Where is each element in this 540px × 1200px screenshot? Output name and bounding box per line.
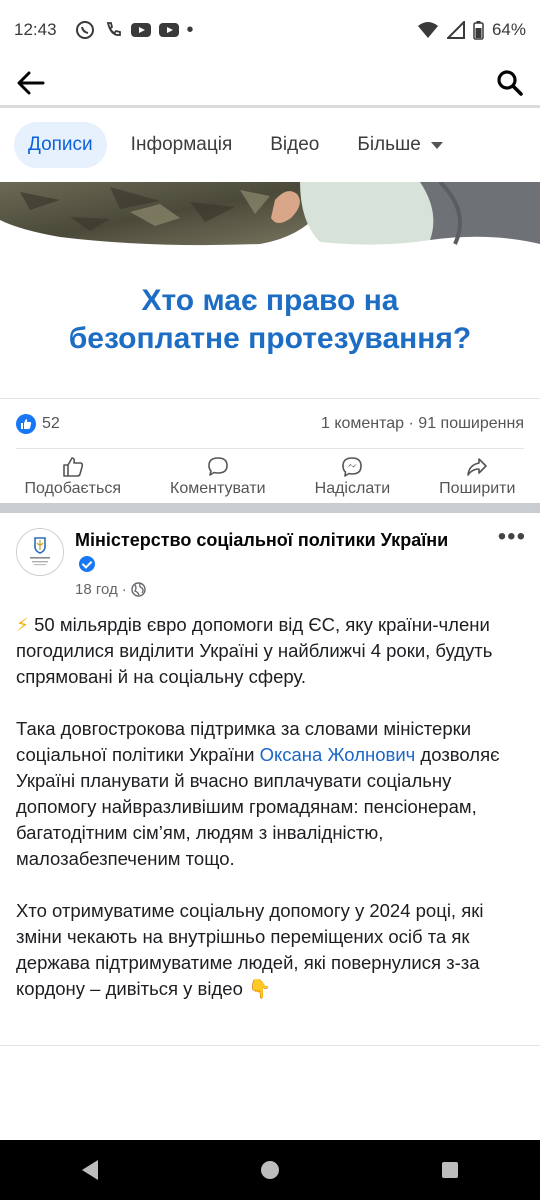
chevron-down-icon: [430, 141, 443, 149]
avatar[interactable]: [16, 528, 64, 576]
send-button[interactable]: Надіслати: [314, 456, 391, 498]
tab-video[interactable]: Відео: [256, 122, 333, 168]
tab-info-label: Інформація: [130, 134, 233, 155]
tab-info[interactable]: Інформація: [117, 122, 247, 168]
signal-icon: [446, 21, 465, 39]
share-button[interactable]: Поширити: [439, 457, 515, 498]
system-nav-bar: [0, 1140, 540, 1200]
post-paragraph-1-text: 50 мільярдів євро допомоги від ЄС, яку к…: [16, 614, 493, 687]
post-author[interactable]: Міністерство соціальної політики України: [75, 528, 455, 576]
tab-more-label: Більше: [357, 134, 421, 155]
post-paragraph-3: Хто отримуватиме соціальну допомогу у 20…: [16, 898, 526, 1002]
app-bar: [0, 60, 540, 106]
status-bar: 12:43 • 64%: [0, 0, 540, 60]
verified-badge-icon: [79, 556, 95, 572]
comment-icon: [208, 456, 228, 476]
dot-icon: •: [186, 19, 194, 41]
tab-posts[interactable]: Дописи: [14, 122, 107, 168]
like-button-label: Подобається: [24, 479, 121, 497]
tab-more[interactable]: Більше: [343, 122, 457, 168]
battery-percent: 64%: [491, 20, 526, 39]
more-options-icon[interactable]: •••: [498, 525, 526, 549]
share-icon: [467, 457, 488, 476]
post-header: Міністерство соціальної політики України…: [0, 524, 540, 604]
screen: 12:43 • 64% Дописи Інформація Відео Біль…: [0, 0, 540, 1200]
app-bar-divider: [0, 105, 540, 108]
post-paragraph-1: ⚡ 50 мільярдів євро допомоги від ЄС, яку…: [16, 612, 526, 690]
post-text: ⚡ 50 мільярдів євро допомоги від ЄС, яку…: [16, 612, 526, 1028]
lightning-icon: ⚡: [16, 614, 29, 635]
post-paragraph-2: Така довгострокова підтримка за словами …: [16, 716, 526, 872]
globe-icon: [131, 582, 146, 597]
nav-back-icon[interactable]: [81, 1160, 98, 1180]
messenger-icon: [342, 456, 363, 477]
post-meta: 18 год ·: [75, 581, 146, 598]
post-end-divider: [0, 1045, 540, 1046]
comment-button-label: Коментувати: [170, 479, 266, 497]
like-reaction-icon[interactable]: [16, 413, 36, 434]
ministry-logo-icon: [30, 537, 50, 566]
post-separator: [0, 503, 540, 513]
search-icon[interactable]: [496, 69, 524, 97]
share-button-label: Поширити: [439, 479, 516, 497]
comment-button[interactable]: Коментувати: [170, 456, 266, 498]
mention-link[interactable]: Оксана Жолнович: [260, 744, 416, 765]
send-button-label: Надіслати: [314, 479, 391, 497]
pointing-down-icon: 👇: [248, 978, 272, 999]
wifi-icon: [417, 22, 438, 38]
youtube-icon: [130, 23, 151, 37]
banner-title: Хто має право на безоплатне протезування…: [0, 282, 540, 358]
post-image[interactable]: Хто має право на безоплатне протезування…: [0, 182, 540, 397]
banner-title-line2: безоплатне протезування?: [68, 322, 472, 355]
phone-icon: [106, 22, 121, 36]
page-tabs: Дописи Інформація Відео Більше: [0, 118, 540, 172]
tab-video-label: Відео: [270, 134, 320, 155]
likes-count[interactable]: 52: [42, 415, 60, 433]
viber-icon: [75, 21, 94, 39]
comments-shares-count[interactable]: 1 коментар · 91 поширення: [321, 415, 524, 433]
youtube-icon: [158, 23, 179, 37]
like-button[interactable]: Подобається: [24, 456, 121, 498]
status-right: 64%: [417, 20, 526, 40]
battery-icon: [473, 20, 484, 40]
actions-divider: [16, 448, 524, 449]
post-author-name[interactable]: Міністерство соціальної політики України: [75, 530, 448, 550]
reactions-summary: 52 1 коментар · 91 поширення: [0, 398, 540, 448]
tab-posts-label: Дописи: [28, 134, 93, 155]
meta-separator: ·: [121, 581, 127, 598]
nav-home-icon[interactable]: [260, 1161, 279, 1179]
banner-title-line1: Хто має право на: [141, 284, 399, 317]
post-time[interactable]: 18 год: [75, 581, 118, 598]
thumbs-up-icon: [62, 456, 83, 477]
banner-photo: [0, 182, 540, 252]
status-left: 12:43 •: [14, 20, 194, 40]
notification-icons: •: [75, 20, 194, 40]
back-arrow-icon[interactable]: [16, 70, 46, 96]
post-actions: Подобається Коментувати Надіслати Пошири…: [0, 452, 540, 502]
nav-recents-icon[interactable]: [442, 1162, 459, 1178]
status-time: 12:43: [14, 20, 57, 39]
